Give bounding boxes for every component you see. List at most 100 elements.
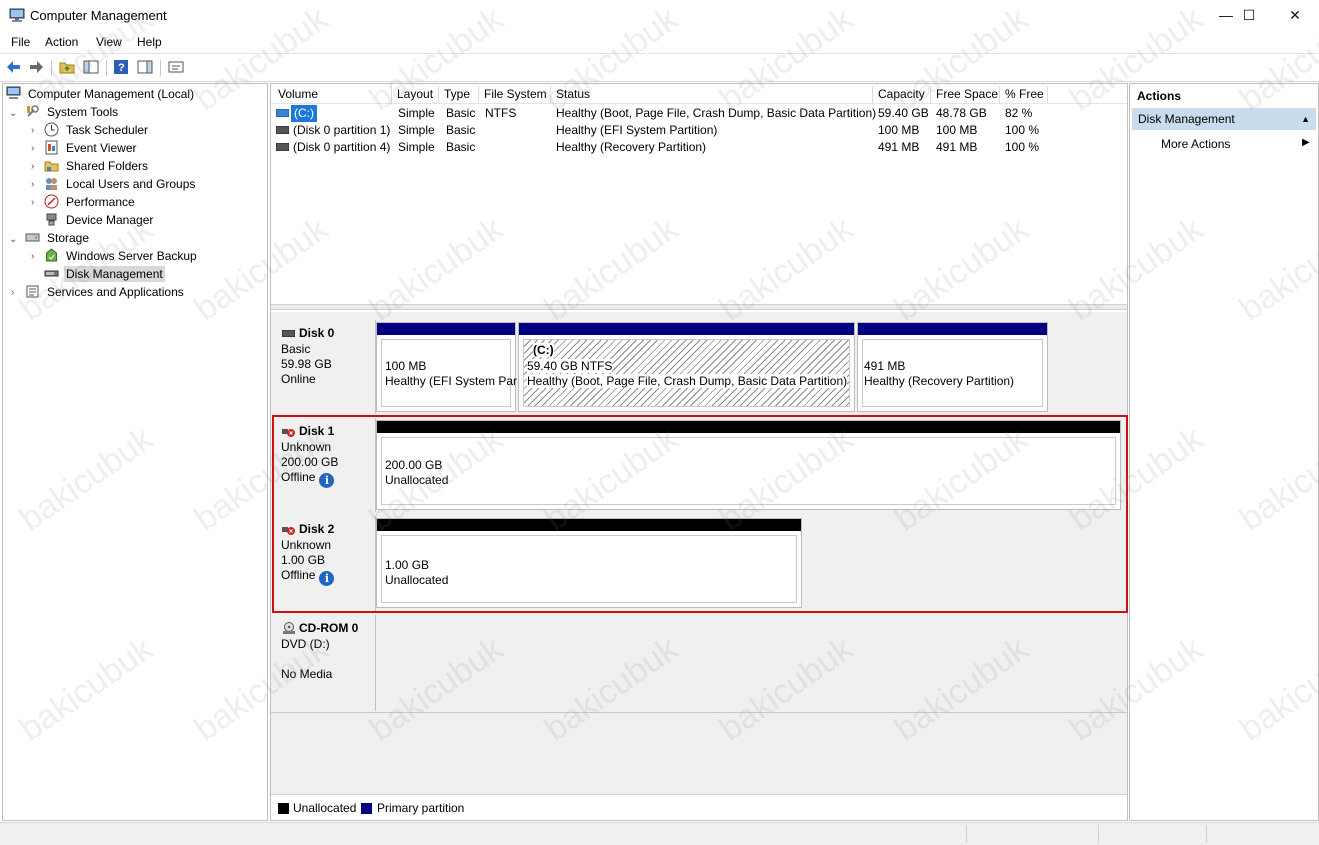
col-capacity[interactable]: Capacity: [873, 86, 931, 103]
toolbar: ?: [0, 53, 1319, 82]
volume-row[interactable]: (Disk 0 partition 4) Simple Basic Health…: [271, 139, 1127, 156]
tree-root[interactable]: Computer Management (Local): [6, 85, 196, 103]
disk1-state: Offline: [281, 470, 315, 484]
volume-name: (Disk 0 partition 1): [293, 122, 390, 139]
up-folder-icon[interactable]: [59, 59, 75, 75]
tree-performance[interactable]: Performance: [44, 193, 137, 211]
volume-free: 100 MB: [936, 122, 977, 139]
info-icon[interactable]: i: [319, 571, 334, 586]
legend-unallocated: Unallocated: [293, 801, 356, 815]
chevron-right-icon[interactable]: ›: [31, 197, 34, 208]
tree-shared-folders[interactable]: Shared Folders: [44, 157, 150, 175]
col-percent-free[interactable]: % Free: [1000, 86, 1048, 103]
collapse-up-icon[interactable]: ▲: [1301, 108, 1310, 130]
disk0-recovery-partition[interactable]: 491 MB Healthy (Recovery Partition): [857, 322, 1048, 412]
volume-name: (C:): [291, 105, 317, 122]
disk2-unallocated[interactable]: 1.00 GB Unallocated: [376, 518, 802, 608]
tree-local-users[interactable]: Local Users and Groups: [44, 175, 197, 193]
tree-device-manager[interactable]: Device Manager: [44, 211, 155, 229]
primary-partition-bar: [377, 323, 515, 335]
title-bar: Computer Management — ☐ ✕: [0, 0, 1319, 31]
show-action-pane-icon[interactable]: [137, 59, 153, 75]
disk0-c-partition[interactable]: (C:) 59.40 GB NTFS Healthy (Boot, Page F…: [518, 322, 855, 412]
disk-graphical-view: Disk 0 Basic 59.98 GB Online 100 MB Heal…: [271, 312, 1127, 804]
offline-disk-icon: [282, 525, 296, 537]
chevron-right-icon[interactable]: ›: [31, 251, 34, 262]
cdrom-name: CD-ROM 0: [299, 621, 358, 635]
partition-body: [862, 339, 1043, 407]
backup-icon: [44, 248, 59, 263]
col-layout[interactable]: Layout: [392, 86, 439, 103]
disk1-name: Disk 1: [299, 424, 334, 438]
partition-size: 491 MB: [864, 359, 905, 373]
show-hide-tree-icon[interactable]: [83, 59, 99, 75]
partition-status: Healthy (Boot, Page File, Crash Dump, Ba…: [527, 374, 847, 388]
partition-size: 1.00 GB: [385, 558, 429, 572]
tree-disk-management[interactable]: Disk Management: [44, 265, 165, 283]
disk0-efi-partition[interactable]: 100 MB Healthy (EFI System Par: [376, 322, 516, 412]
partition-size: 59.40 GB NTFS: [527, 359, 612, 373]
disk1-unallocated[interactable]: 200.00 GB Unallocated: [376, 420, 1121, 510]
status-divider: [1098, 825, 1099, 843]
volume-icon: [276, 126, 289, 134]
tree-system-tools[interactable]: System Tools: [25, 103, 120, 121]
chevron-right-icon[interactable]: ›: [11, 287, 14, 298]
tree-event-viewer[interactable]: Event Viewer: [44, 139, 138, 157]
actions-header: Actions: [1130, 84, 1318, 106]
col-file-system[interactable]: File System: [479, 86, 551, 103]
info-icon[interactable]: i: [319, 473, 334, 488]
menu-action[interactable]: Action: [45, 35, 78, 49]
volume-layout: Simple: [398, 122, 435, 139]
volume-row[interactable]: (Disk 0 partition 1) Simple Basic Health…: [271, 122, 1127, 139]
pane-splitter[interactable]: [271, 304, 1127, 310]
chevron-down-icon[interactable]: ⌄: [9, 234, 17, 245]
back-arrow-icon[interactable]: [6, 59, 22, 75]
disk2-info[interactable]: Disk 2 Unknown 1.00 GB Offlinei: [271, 516, 376, 612]
disk0-name: Disk 0: [299, 326, 334, 340]
volume-capacity: 59.40 GB: [878, 105, 929, 122]
disk1-info[interactable]: Disk 1 Unknown 200.00 GB Offlinei: [271, 418, 376, 512]
menu-help[interactable]: Help: [137, 35, 162, 49]
col-free-space[interactable]: Free Space: [931, 86, 1000, 103]
chevron-right-icon[interactable]: ›: [31, 179, 34, 190]
properties-icon[interactable]: [168, 59, 184, 75]
chevron-right-icon[interactable]: ›: [31, 161, 34, 172]
more-actions[interactable]: More Actions: [1161, 137, 1230, 151]
disk0-info[interactable]: Disk 0 Basic 59.98 GB Online: [271, 320, 376, 414]
tree-windows-server-backup[interactable]: Windows Server Backup: [44, 247, 199, 265]
volume-row[interactable]: (C:) Simple Basic NTFS Healthy (Boot, Pa…: [271, 105, 1127, 122]
chevron-right-icon[interactable]: ›: [31, 125, 34, 136]
status-divider: [966, 825, 967, 843]
help-icon[interactable]: ?: [113, 59, 129, 75]
svg-text:?: ?: [118, 62, 125, 74]
col-volume[interactable]: Volume: [273, 86, 392, 103]
actions-section-disk-management[interactable]: Disk Management ▲: [1132, 108, 1316, 130]
performance-icon: [44, 194, 59, 209]
unallocated-bar: [377, 421, 1120, 433]
volume-type: Basic: [446, 122, 475, 139]
tree-services-applications[interactable]: Services and Applications: [25, 283, 186, 301]
toolbar-separator: [51, 60, 52, 76]
maximize-button[interactable]: ☐: [1226, 0, 1272, 31]
chevron-down-icon[interactable]: ⌄: [9, 108, 17, 119]
actions-pane: Actions Disk Management ▲ More Actions ▶: [1129, 83, 1319, 821]
computer-management-icon: [9, 8, 25, 23]
tree-task-scheduler[interactable]: Task Scheduler: [44, 121, 150, 139]
cdrom-info[interactable]: CD-ROM 0 DVD (D:) No Media: [271, 615, 376, 711]
disk-management-pane: Volume Layout Type File System Status Ca…: [270, 83, 1128, 821]
partition-body: [381, 339, 511, 407]
legend-unallocated-swatch: [278, 803, 289, 814]
offline-disk-icon: [282, 427, 296, 439]
col-type[interactable]: Type: [439, 86, 479, 103]
disk0-state: Online: [281, 372, 316, 386]
volume-icon: [276, 143, 289, 151]
volume-status: Healthy (Boot, Page File, Crash Dump, Ba…: [556, 105, 876, 122]
tree-storage[interactable]: Storage: [25, 229, 91, 247]
menu-file[interactable]: File: [11, 35, 30, 49]
col-status[interactable]: Status: [551, 86, 873, 103]
submenu-arrow-icon[interactable]: ▶: [1302, 137, 1310, 148]
menu-view[interactable]: View: [96, 35, 122, 49]
forward-arrow-icon[interactable]: [28, 59, 44, 75]
close-button[interactable]: ✕: [1272, 0, 1318, 31]
chevron-right-icon[interactable]: ›: [31, 143, 34, 154]
